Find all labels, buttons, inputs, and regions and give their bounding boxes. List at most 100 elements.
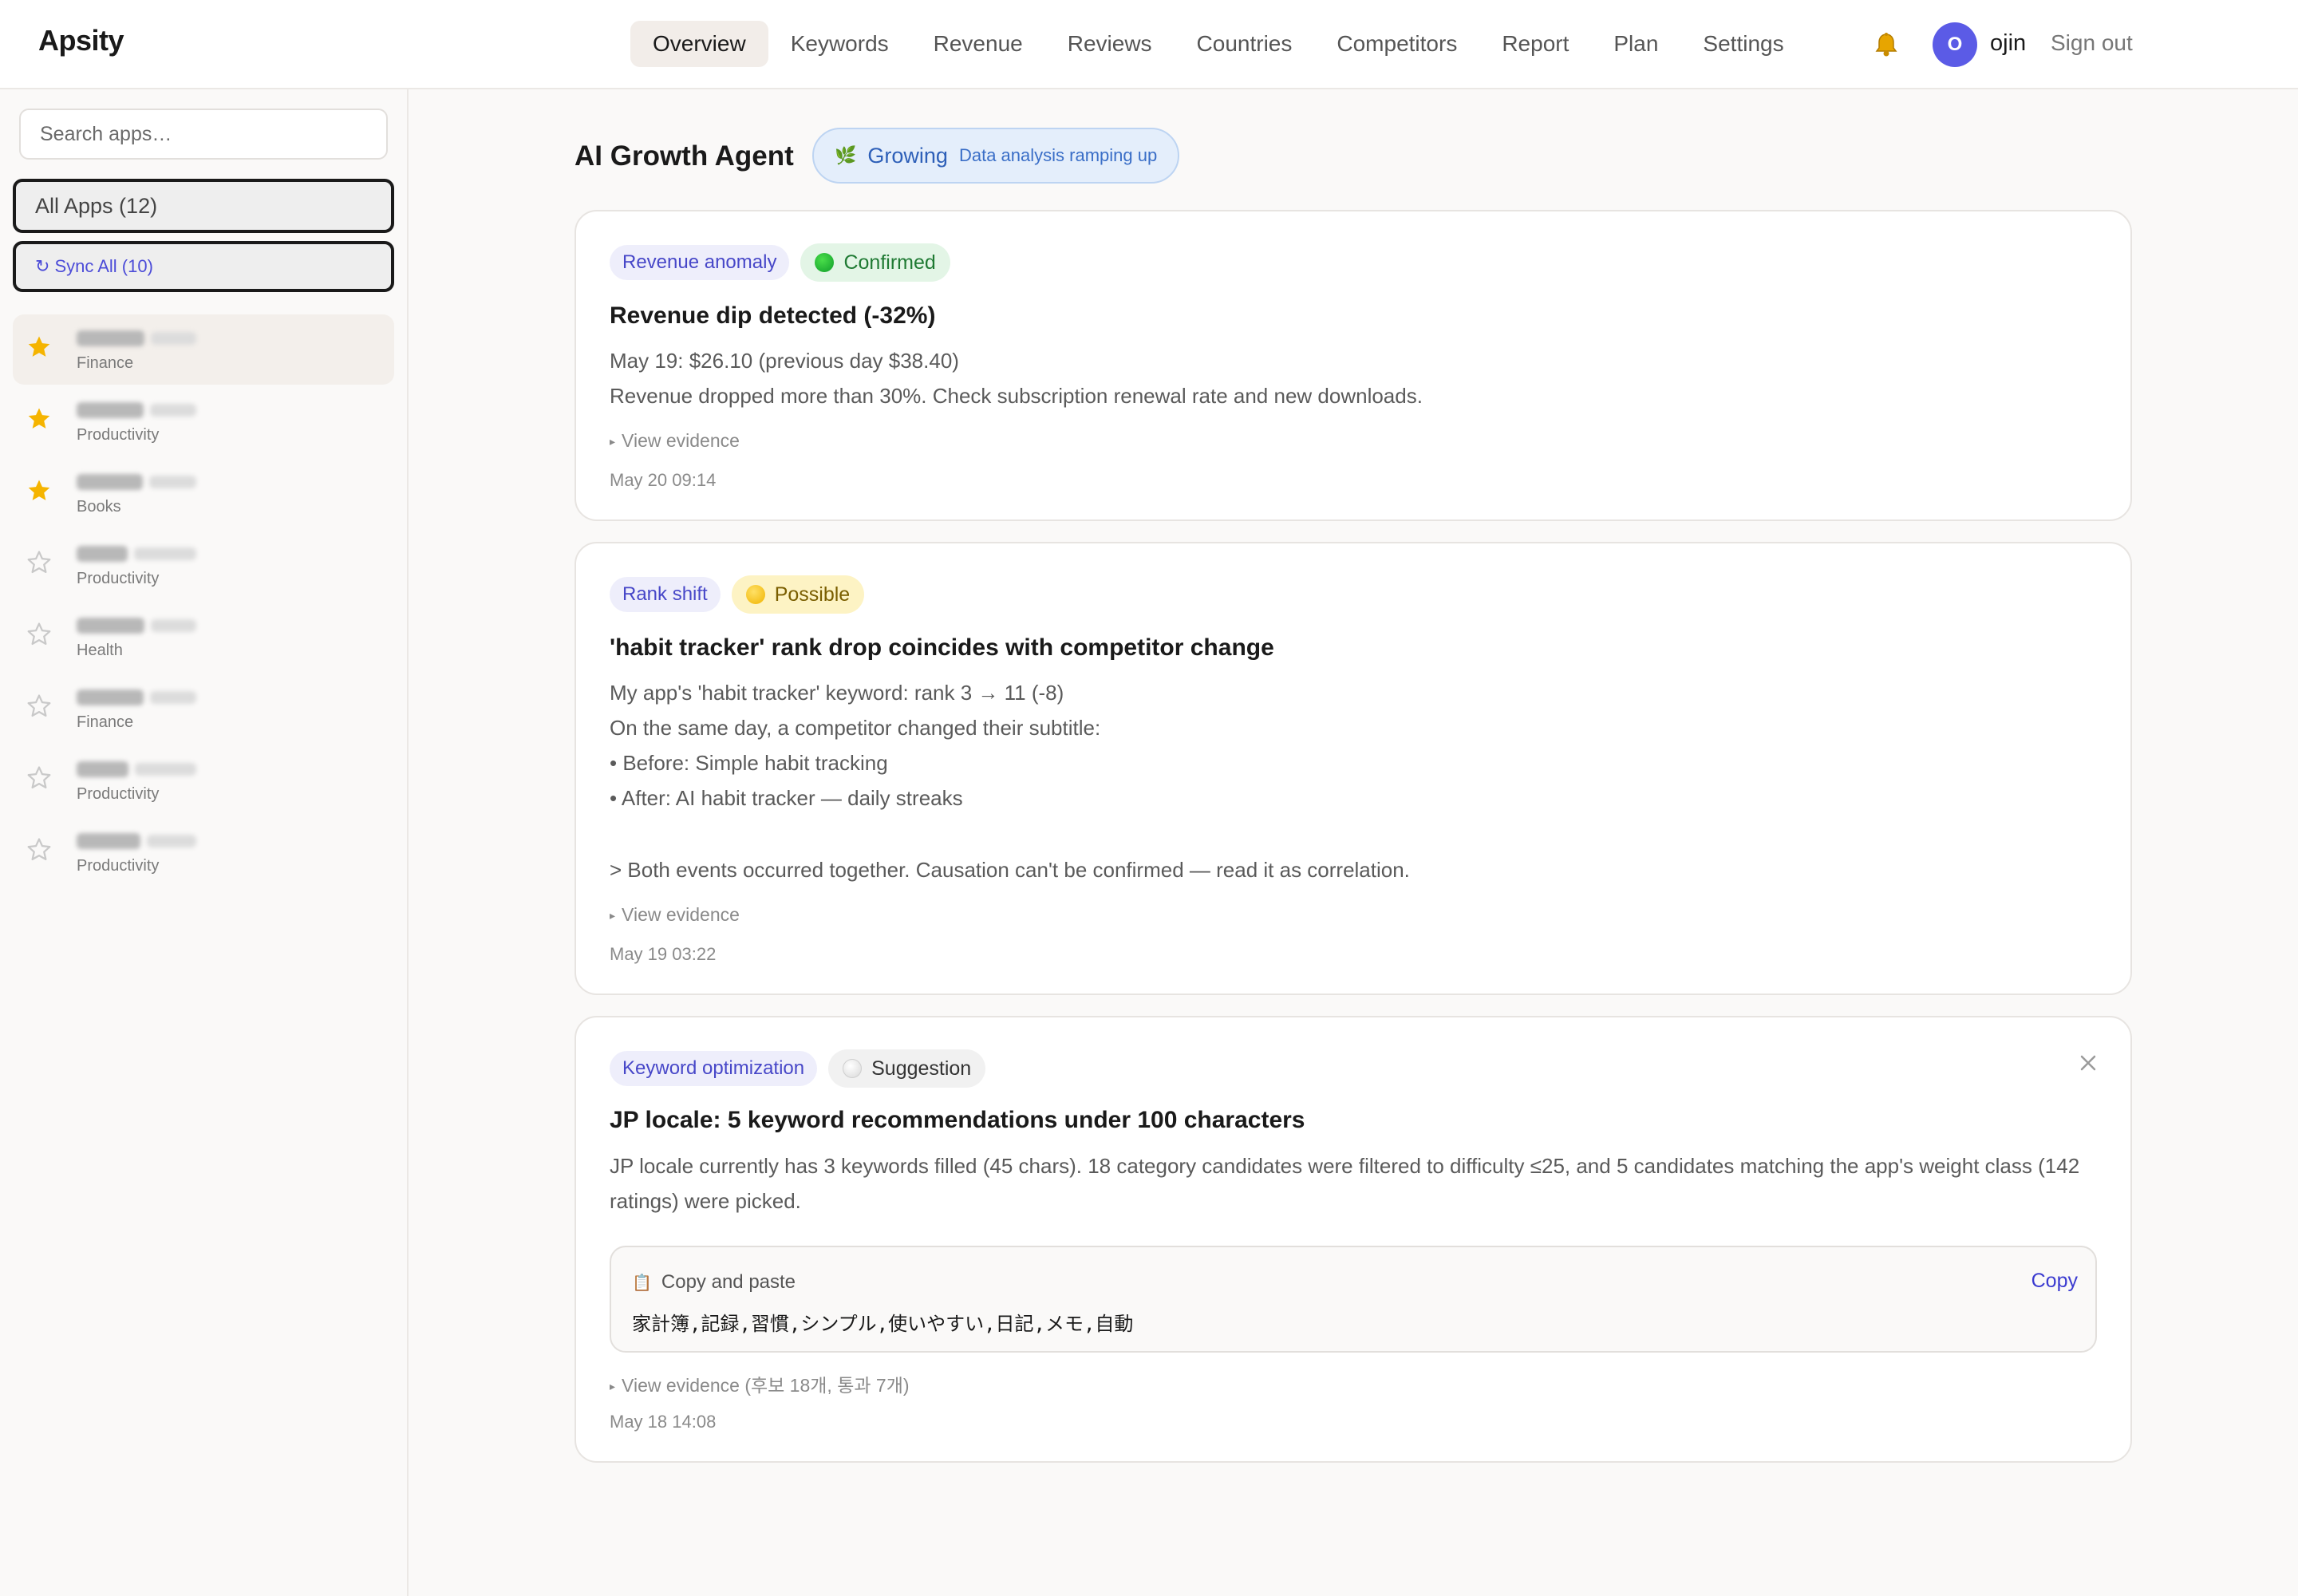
app-name-redacted [77, 544, 196, 563]
star-filled-icon[interactable] [26, 477, 53, 504]
card-text-line: May 19: $26.10 (previous day $38.40) [610, 349, 959, 373]
top-navigation-bar: Apsity Overview Keywords Revenue Reviews… [0, 0, 2298, 89]
app-category: Productivity [77, 426, 160, 444]
app-category: Productivity [77, 857, 160, 875]
card-text-line: • After: AI habit tracker — daily streak… [610, 786, 963, 810]
star-outline-icon[interactable] [26, 764, 53, 792]
star-outline-icon[interactable] [26, 693, 53, 720]
triangle-right-icon: ▸ [610, 909, 616, 922]
nav-reviews[interactable]: Reviews [1045, 21, 1175, 67]
app-list-item[interactable]: Finance [13, 674, 394, 744]
white-dot-icon [843, 1059, 863, 1078]
star-outline-icon[interactable] [26, 836, 53, 863]
star-outline-icon[interactable] [26, 621, 53, 648]
app-sidebar: All Apps (12) ↻ Sync All (10) Finance Pro… [0, 89, 409, 1596]
app-category: Books [77, 498, 121, 516]
nav-countries[interactable]: Countries [1175, 21, 1315, 67]
app-name-redacted [77, 616, 196, 635]
view-evidence-toggle[interactable]: ▸ View evidence [610, 904, 740, 926]
view-evidence-toggle[interactable]: ▸ View evidence (후보 18개, 통과 7개) [610, 1370, 910, 1397]
main-nav: Overview Keywords Revenue Reviews Countr… [630, 21, 1806, 67]
app-category: Health [77, 642, 123, 659]
app-list-item[interactable]: Finance [13, 314, 394, 385]
app-list-item[interactable]: Books [13, 458, 394, 528]
card-timestamp: May 18 14:08 [610, 1412, 717, 1432]
card-paragraph: JP locale currently has 3 keywords fille… [610, 1154, 2080, 1213]
app-category: Productivity [77, 570, 160, 587]
search-apps-input[interactable] [19, 109, 388, 160]
card-text-line: My app's 'habit tracker' keyword: rank 3… [610, 681, 1064, 705]
user-name: ojin [1990, 30, 2027, 56]
view-evidence-toggle[interactable]: ▸ View evidence [610, 430, 740, 452]
possible-status-badge: Possible [731, 575, 865, 614]
app-list: Finance Productivity Books Productivity Heal… [13, 314, 394, 889]
sync-all-button[interactable]: ↻ Sync All (10) [13, 241, 394, 292]
page-title: AI Growth Agent [574, 140, 794, 172]
status-text: Possible [774, 583, 851, 606]
card-title: JP locale: 5 keyword recommendations und… [610, 1107, 1305, 1133]
card-title: 'habit tracker' rank drop coincides with… [610, 634, 1274, 661]
status-label: Growing [867, 143, 948, 168]
notification-bell-icon[interactable] [1872, 30, 1901, 59]
card-title: Revenue dip detected (-32%) [610, 302, 936, 329]
keyword-copy-text[interactable]: 家計簿,記録,習慣,シンプル,使いやすい,日記,メモ,自動 [632, 1308, 1133, 1336]
insight-type-badge: Keyword optimization [610, 1051, 818, 1086]
app-name-redacted [77, 329, 196, 348]
view-evidence-label: View evidence [622, 430, 740, 451]
star-filled-icon[interactable] [26, 405, 53, 433]
app-list-item[interactable]: Productivity [13, 386, 394, 456]
copy-button[interactable]: Copy [2031, 1270, 2078, 1293]
leaf-icon: 🌿 [835, 145, 857, 165]
card-timestamp: May 19 03:22 [610, 944, 717, 964]
nav-settings[interactable]: Settings [1680, 21, 1806, 67]
app-list-item[interactable]: Health [13, 602, 394, 672]
copy-label: 📋 Copy and paste [632, 1271, 796, 1294]
user-avatar[interactable]: O [1933, 22, 1977, 67]
app-name-redacted [77, 832, 196, 851]
insight-type-badge: Rank shift [610, 577, 721, 612]
nav-plan[interactable]: Plan [1591, 21, 1680, 67]
app-list-item[interactable]: Productivity [13, 530, 394, 600]
star-outline-icon[interactable] [26, 549, 53, 576]
app-name-redacted [77, 760, 196, 779]
sync-all-label: Sync All (10) [54, 256, 153, 276]
sign-out-link[interactable]: Sign out [2051, 30, 2133, 56]
app-list-item[interactable]: Productivity [13, 817, 394, 887]
nav-keywords[interactable]: Keywords [768, 21, 911, 67]
insight-card-revenue: Revenue anomaly Confirmed Revenue dip de… [574, 210, 2132, 521]
triangle-right-icon: ▸ [610, 1380, 616, 1393]
status-text: Suggestion [871, 1057, 972, 1080]
nav-report[interactable]: Report [1479, 21, 1591, 67]
app-category: Productivity [77, 785, 160, 803]
nav-overview[interactable]: Overview [630, 21, 768, 67]
confirmed-status-badge: Confirmed [800, 243, 950, 282]
brand-logo[interactable]: Apsity [38, 24, 124, 57]
app-name-redacted [77, 401, 196, 420]
status-detail: Data analysis ramping up [958, 145, 1158, 165]
app-category: Finance [77, 713, 134, 731]
status-text: Confirmed [843, 251, 936, 274]
yellow-dot-icon [745, 585, 765, 604]
green-dot-icon [815, 253, 835, 272]
suggestion-status-badge: Suggestion [828, 1049, 986, 1088]
sync-icon: ↻ [35, 256, 50, 276]
view-evidence-label: View evidence (후보 18개, 통과 7개) [622, 1375, 910, 1396]
insight-card-keyword: Keyword optimization Suggestion JP local… [574, 1016, 2132, 1463]
copy-label-text: Copy and paste [661, 1271, 796, 1293]
app-list-item[interactable]: Productivity [13, 745, 394, 816]
copy-paste-box: 📋 Copy and paste 家計簿,記録,習慣,シンプル,使いやすい,日記… [610, 1246, 2097, 1353]
agent-status-badge: 🌿 Growing Data analysis ramping up [812, 128, 1180, 184]
view-evidence-label: View evidence [622, 904, 740, 925]
nav-competitors[interactable]: Competitors [1314, 21, 1479, 67]
star-filled-icon[interactable] [26, 334, 53, 361]
close-icon[interactable] [2076, 1051, 2100, 1075]
card-text-line: Revenue dropped more than 30%. Check sub… [610, 384, 1423, 408]
nav-revenue[interactable]: Revenue [911, 21, 1045, 67]
app-name-redacted [77, 688, 196, 707]
triangle-right-icon: ▸ [610, 435, 616, 448]
app-name-redacted [77, 472, 196, 492]
all-apps-button[interactable]: All Apps (12) [13, 179, 394, 233]
card-text-line: > Both events occurred together. Causati… [610, 858, 1410, 882]
card-text-line: • Before: Simple habit tracking [610, 751, 888, 775]
insight-card-rank-shift: Rank shift Possible 'habit tracker' rank… [574, 542, 2132, 995]
